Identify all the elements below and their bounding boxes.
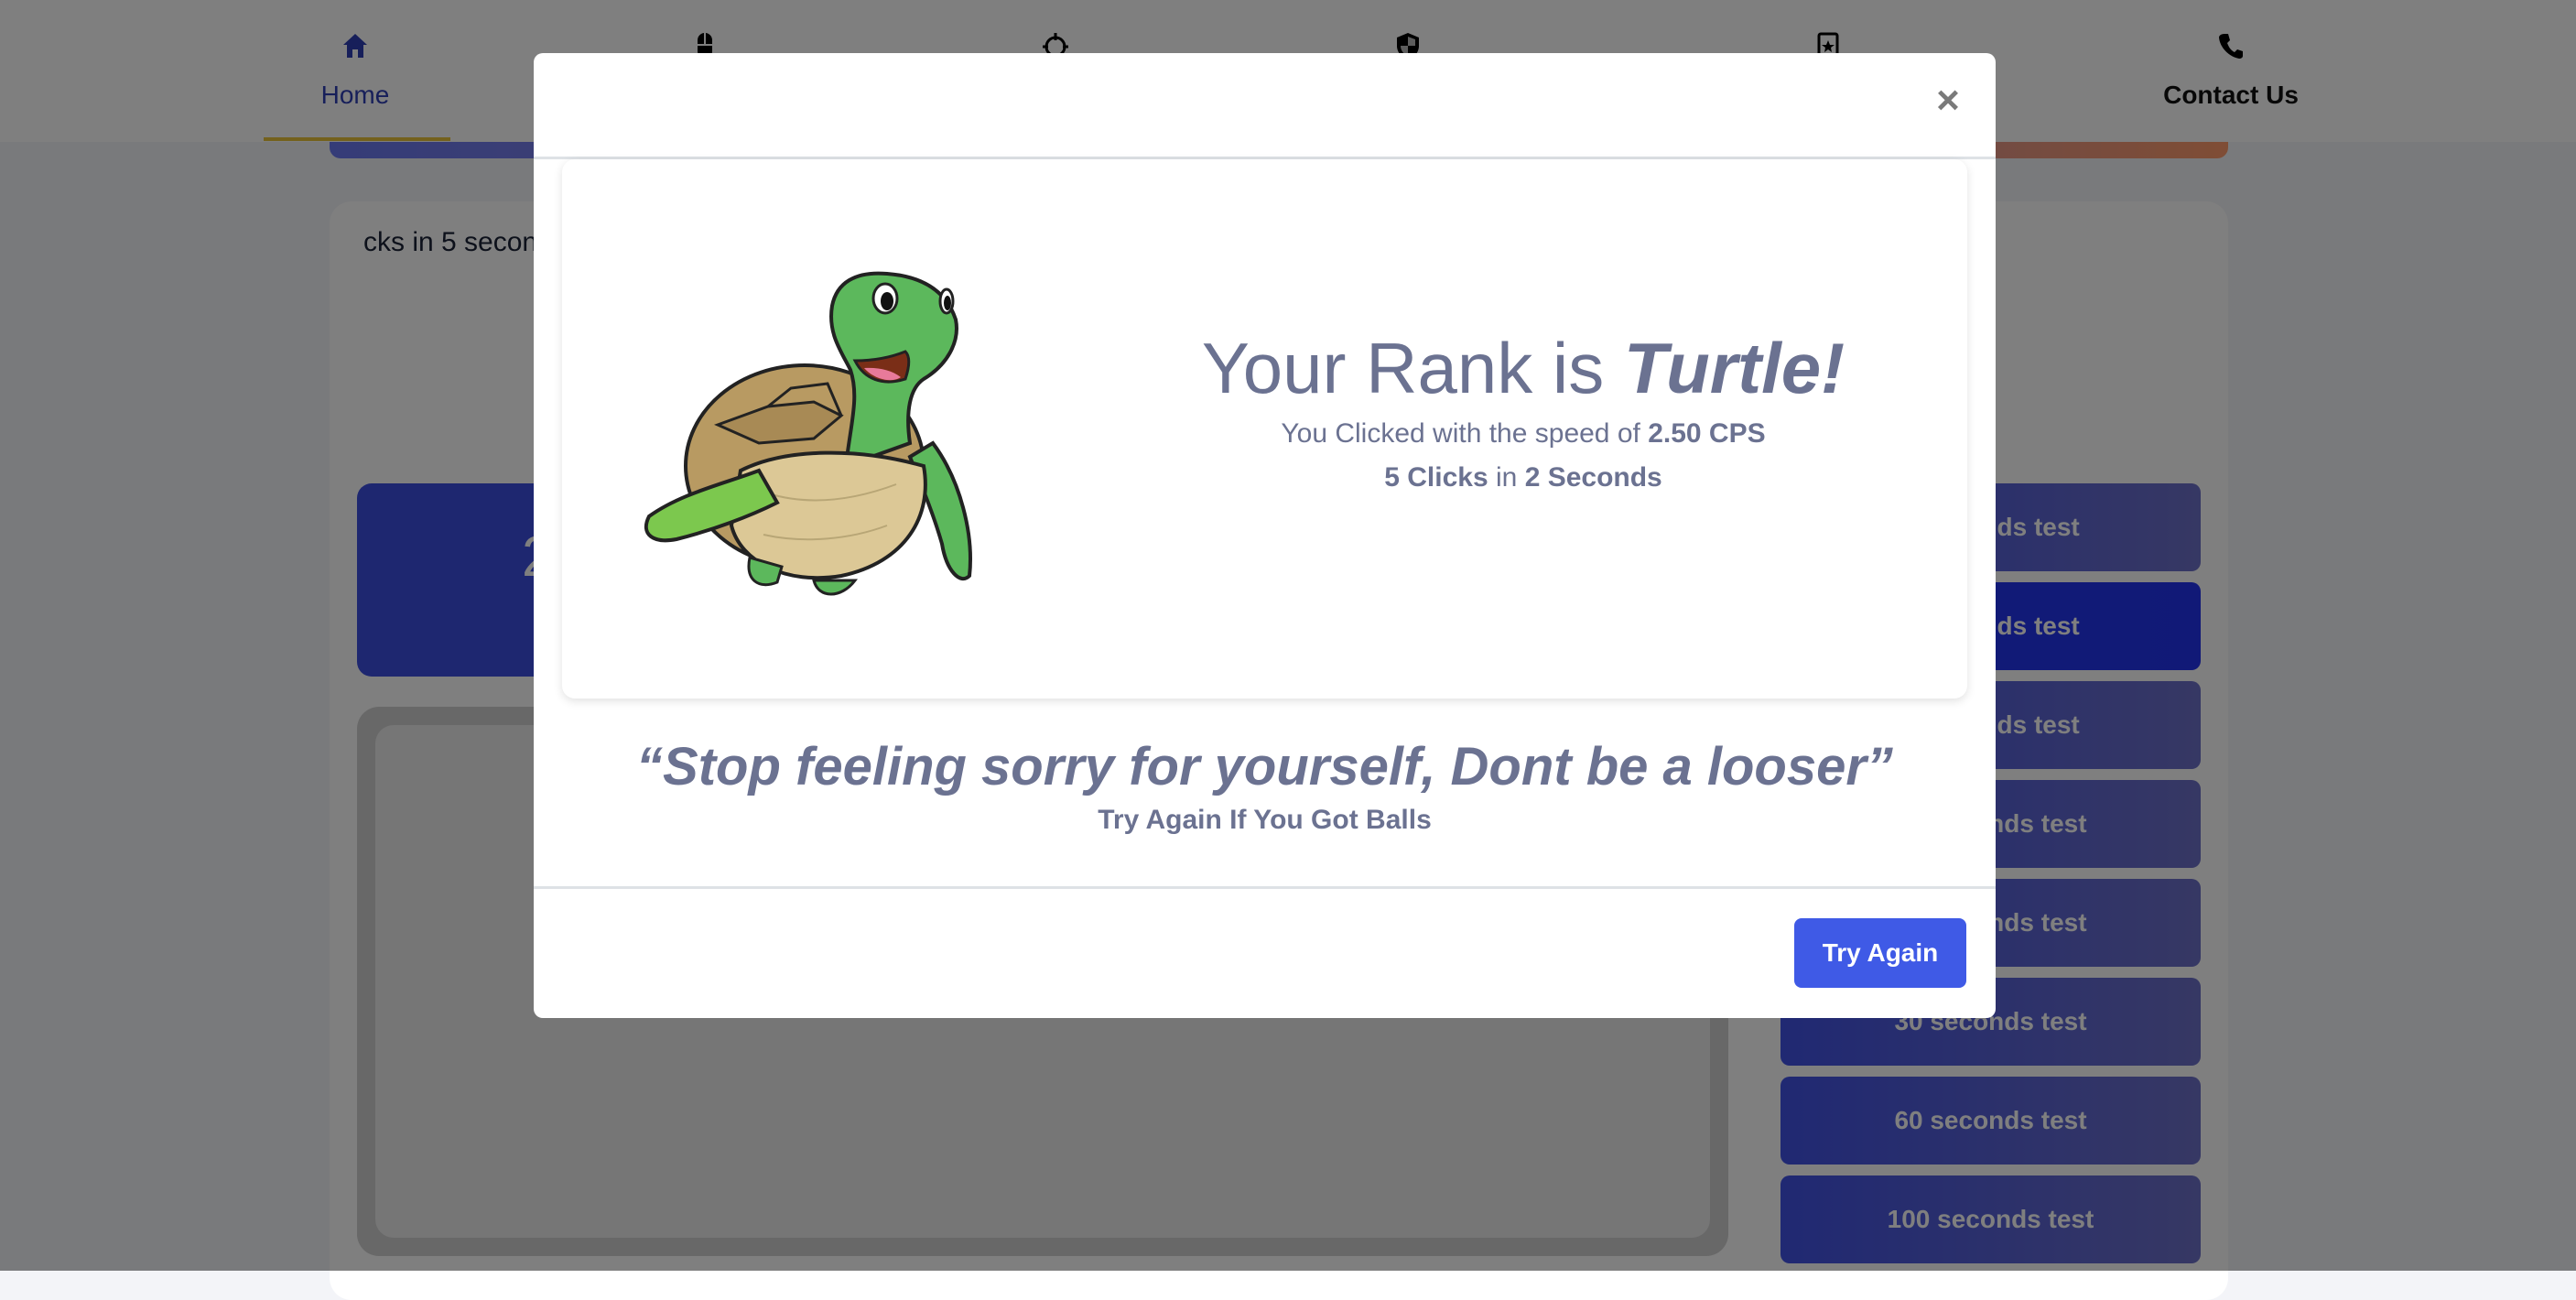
clicks-mid: in (1488, 462, 1525, 493)
result-modal: × Your Rank is Turtle! You Clicked with … (534, 53, 1996, 1018)
modal-header: × (534, 53, 1996, 159)
turtle-image (644, 271, 972, 596)
try-again-button[interactable]: Try Again (1794, 918, 1966, 988)
motivational-quote: “Stop feeling sorry for yourself, Dont b… (636, 737, 1893, 796)
rank-prefix: Your Rank is (1201, 328, 1624, 408)
close-button[interactable]: × (1930, 81, 1966, 121)
clicks-line: 5 Clicks in 2 Seconds (1111, 456, 1935, 500)
quote-subtitle: Try Again If You Got Balls (1098, 805, 1432, 835)
rank-block: Your Rank is Turtle! You Clicked with th… (1111, 324, 1935, 500)
seconds-value: 2 Seconds (1524, 462, 1662, 493)
speed-prefix: You Clicked with the speed of (1281, 418, 1649, 449)
result-card: Your Rank is Turtle! You Clicked with th… (562, 159, 1967, 699)
quote-block: “Stop feeling sorry for yourself, Dont b… (534, 735, 1996, 841)
rank-name: Turtle! (1623, 328, 1845, 408)
speed-line: You Clicked with the speed of 2.50 CPS (1111, 412, 1935, 456)
modal-footer: Try Again (534, 886, 1996, 1018)
rank-title: Your Rank is Turtle! (1111, 324, 1935, 412)
speed-value: 2.50 CPS (1648, 418, 1766, 449)
clicks-value: 5 Clicks (1384, 462, 1488, 493)
